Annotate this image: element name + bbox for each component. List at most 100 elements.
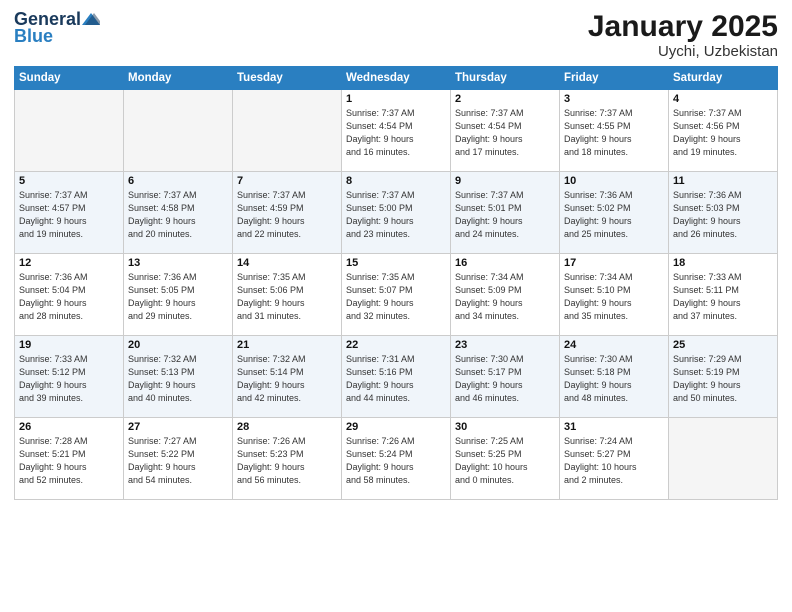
calendar-title: January 2025: [588, 10, 778, 43]
day-number: 28: [237, 421, 337, 433]
calendar-cell: 18 Sunrise: 7:33 AM Sunset: 5:11 PM Dayli…: [669, 254, 778, 336]
day-info: Sunrise: 7:36 AM Sunset: 5:04 PM Dayligh…: [19, 271, 119, 323]
page: General Blue January 2025 Uychi, Uzbekis…: [0, 0, 792, 612]
calendar-cell: 11Sunrise: 7:36 AM Sunset: 5:03 PM Dayli…: [669, 172, 778, 254]
calendar-cell: 31 Sunrise: 7:24 AM Sunset: 5:27 PM Dayli…: [560, 418, 669, 500]
calendar-cell: 25 Sunrise: 7:29 AM Sunset: 5:19 PM Dayli…: [669, 336, 778, 418]
calendar-cell: 3Sunrise: 7:37 AM Sunset: 4:55 PM Daylig…: [560, 90, 669, 172]
calendar-cell: 19 Sunrise: 7:33 AM Sunset: 5:12 PM Dayli…: [15, 336, 124, 418]
day-number: 22: [346, 339, 446, 351]
day-info: Sunrise: 7:37 AM Sunset: 5:00 PM Dayligh…: [346, 189, 446, 241]
calendar-cell: 9 Sunrise: 7:37 AM Sunset: 5:01 PM Daylig…: [451, 172, 560, 254]
day-number: 15: [346, 257, 446, 269]
day-number: 13: [128, 257, 228, 269]
day-info: Sunrise: 7:33 AM Sunset: 5:11 PM Dayligh…: [673, 271, 773, 323]
day-number: 24: [564, 339, 664, 351]
day-info: Sunrise: 7:36 AM Sunset: 5:05 PM Dayligh…: [128, 271, 228, 323]
day-info: Sunrise: 7:34 AM Sunset: 5:09 PM Dayligh…: [455, 271, 555, 323]
calendar-cell: 21 Sunrise: 7:32 AM Sunset: 5:14 PM Dayli…: [233, 336, 342, 418]
day-number: 14: [237, 257, 337, 269]
day-info: Sunrise: 7:24 AM Sunset: 5:27 PM Dayligh…: [564, 435, 664, 487]
day-info: Sunrise: 7:31 AM Sunset: 5:16 PM Dayligh…: [346, 353, 446, 405]
day-info: Sunrise: 7:36 AM Sunset: 5:03 PM Dayligh…: [673, 189, 773, 241]
day-info: Sunrise: 7:37 AM Sunset: 4:56 PM Dayligh…: [673, 107, 773, 159]
day-number: 31: [564, 421, 664, 433]
day-info: Sunrise: 7:34 AM Sunset: 5:10 PM Dayligh…: [564, 271, 664, 323]
logo-icon: [82, 10, 100, 28]
calendar: SundayMondayTuesdayWednesdayThursdayFrid…: [14, 66, 778, 500]
calendar-cell: 2Sunrise: 7:37 AM Sunset: 4:54 PM Daylig…: [451, 90, 560, 172]
calendar-cell: 17 Sunrise: 7:34 AM Sunset: 5:10 PM Dayli…: [560, 254, 669, 336]
day-number: 10: [564, 175, 664, 187]
calendar-day-header: Saturday: [669, 67, 778, 90]
day-number: 27: [128, 421, 228, 433]
day-number: 6: [128, 175, 228, 187]
calendar-cell: 22 Sunrise: 7:31 AM Sunset: 5:16 PM Dayli…: [342, 336, 451, 418]
day-info: Sunrise: 7:30 AM Sunset: 5:18 PM Dayligh…: [564, 353, 664, 405]
day-info: Sunrise: 7:27 AM Sunset: 5:22 PM Dayligh…: [128, 435, 228, 487]
day-info: Sunrise: 7:35 AM Sunset: 5:07 PM Dayligh…: [346, 271, 446, 323]
calendar-cell: 7 Sunrise: 7:37 AM Sunset: 4:59 PM Daylig…: [233, 172, 342, 254]
calendar-cell: [233, 90, 342, 172]
calendar-cell: 28Sunrise: 7:26 AM Sunset: 5:23 PM Dayli…: [233, 418, 342, 500]
calendar-week-row: 26 Sunrise: 7:28 AM Sunset: 5:21 PM Dayli…: [15, 418, 778, 500]
calendar-day-header: Thursday: [451, 67, 560, 90]
calendar-cell: 6 Sunrise: 7:37 AM Sunset: 4:58 PM Daylig…: [124, 172, 233, 254]
day-info: Sunrise: 7:30 AM Sunset: 5:17 PM Dayligh…: [455, 353, 555, 405]
calendar-cell: 10 Sunrise: 7:36 AM Sunset: 5:02 PM Dayli…: [560, 172, 669, 254]
calendar-cell: 16 Sunrise: 7:34 AM Sunset: 5:09 PM Dayli…: [451, 254, 560, 336]
day-info: Sunrise: 7:28 AM Sunset: 5:21 PM Dayligh…: [19, 435, 119, 487]
day-number: 7: [237, 175, 337, 187]
day-number: 12: [19, 257, 119, 269]
calendar-cell: [124, 90, 233, 172]
day-info: Sunrise: 7:37 AM Sunset: 4:54 PM Dayligh…: [346, 107, 446, 159]
day-number: 16: [455, 257, 555, 269]
day-number: 9: [455, 175, 555, 187]
calendar-day-header: Tuesday: [233, 67, 342, 90]
calendar-cell: 30 Sunrise: 7:25 AM Sunset: 5:25 PM Dayli…: [451, 418, 560, 500]
calendar-week-row: 5 Sunrise: 7:37 AM Sunset: 4:57 PM Daylig…: [15, 172, 778, 254]
day-number: 2: [455, 93, 555, 105]
day-info: Sunrise: 7:25 AM Sunset: 5:25 PM Dayligh…: [455, 435, 555, 487]
day-info: Sunrise: 7:37 AM Sunset: 4:59 PM Dayligh…: [237, 189, 337, 241]
title-block: January 2025 Uychi, Uzbekistan: [588, 10, 778, 60]
calendar-week-row: 19 Sunrise: 7:33 AM Sunset: 5:12 PM Dayli…: [15, 336, 778, 418]
calendar-cell: 23 Sunrise: 7:30 AM Sunset: 5:17 PM Dayli…: [451, 336, 560, 418]
header: General Blue January 2025 Uychi, Uzbekis…: [14, 10, 778, 60]
day-info: Sunrise: 7:37 AM Sunset: 4:57 PM Dayligh…: [19, 189, 119, 241]
day-number: 26: [19, 421, 119, 433]
calendar-day-header: Friday: [560, 67, 669, 90]
day-number: 5: [19, 175, 119, 187]
calendar-day-header: Monday: [124, 67, 233, 90]
day-info: Sunrise: 7:37 AM Sunset: 5:01 PM Dayligh…: [455, 189, 555, 241]
calendar-cell: 26 Sunrise: 7:28 AM Sunset: 5:21 PM Dayli…: [15, 418, 124, 500]
calendar-week-row: 1 Sunrise: 7:37 AM Sunset: 4:54 PM Daylig…: [15, 90, 778, 172]
calendar-cell: 24 Sunrise: 7:30 AM Sunset: 5:18 PM Dayli…: [560, 336, 669, 418]
day-number: 19: [19, 339, 119, 351]
calendar-cell: 29Sunrise: 7:26 AM Sunset: 5:24 PM Dayli…: [342, 418, 451, 500]
day-number: 23: [455, 339, 555, 351]
day-number: 18: [673, 257, 773, 269]
day-number: 1: [346, 93, 446, 105]
logo: General Blue: [14, 10, 100, 47]
day-number: 17: [564, 257, 664, 269]
day-info: Sunrise: 7:29 AM Sunset: 5:19 PM Dayligh…: [673, 353, 773, 405]
day-number: 8: [346, 175, 446, 187]
day-info: Sunrise: 7:32 AM Sunset: 5:14 PM Dayligh…: [237, 353, 337, 405]
day-info: Sunrise: 7:37 AM Sunset: 4:58 PM Dayligh…: [128, 189, 228, 241]
day-info: Sunrise: 7:32 AM Sunset: 5:13 PM Dayligh…: [128, 353, 228, 405]
calendar-cell: 5 Sunrise: 7:37 AM Sunset: 4:57 PM Daylig…: [15, 172, 124, 254]
calendar-header-row: SundayMondayTuesdayWednesdayThursdayFrid…: [15, 67, 778, 90]
day-info: Sunrise: 7:26 AM Sunset: 5:24 PM Dayligh…: [346, 435, 446, 487]
day-info: Sunrise: 7:36 AM Sunset: 5:02 PM Dayligh…: [564, 189, 664, 241]
day-number: 20: [128, 339, 228, 351]
day-number: 25: [673, 339, 773, 351]
calendar-cell: 27 Sunrise: 7:27 AM Sunset: 5:22 PM Dayli…: [124, 418, 233, 500]
day-number: 21: [237, 339, 337, 351]
calendar-cell: 15 Sunrise: 7:35 AM Sunset: 5:07 PM Dayli…: [342, 254, 451, 336]
calendar-cell: 12 Sunrise: 7:36 AM Sunset: 5:04 PM Dayli…: [15, 254, 124, 336]
day-info: Sunrise: 7:35 AM Sunset: 5:06 PM Dayligh…: [237, 271, 337, 323]
day-number: 30: [455, 421, 555, 433]
day-info: Sunrise: 7:33 AM Sunset: 5:12 PM Dayligh…: [19, 353, 119, 405]
day-number: 3: [564, 93, 664, 105]
